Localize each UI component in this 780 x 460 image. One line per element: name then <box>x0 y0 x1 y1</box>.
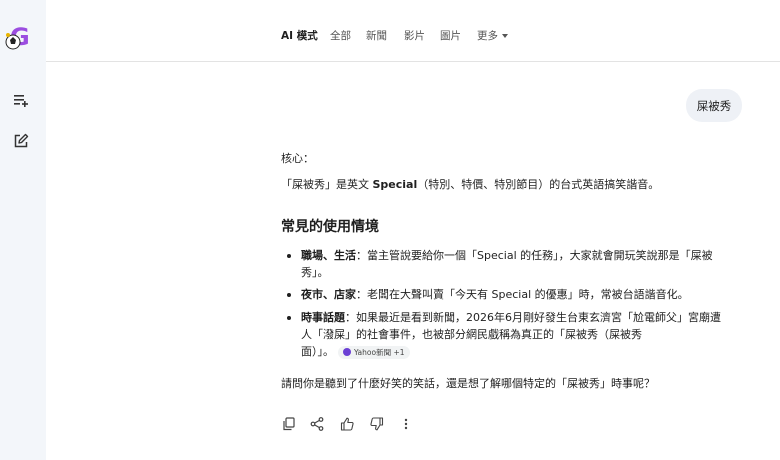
playlist-add-icon[interactable] <box>10 89 32 111</box>
top-nav: AI 模式 全部 新聞 影片 圖片 更多 <box>46 0 780 62</box>
intro-text: 「屎被秀」是英文 Special（特別、特價、特別節目）的台式英語搞笑諧音。 <box>281 176 659 193</box>
list-item-body: 職場、生活：當主管說要給你一個「Special 的任務」，大家就會開玩笑說那是「… <box>301 247 736 281</box>
tab-news[interactable]: 新聞 <box>366 28 387 43</box>
list-item-body: 夜市、店家：老闆在大聲叫賣「今天有 Special 的優惠」時，常被台語諧音化。 <box>301 286 736 303</box>
edit-square-icon[interactable] <box>10 130 32 152</box>
list-item-text-cont: 人「潑屎」的社會事件，也被部分網民戲稱為真正的「屎被秀（屎被秀 <box>301 328 642 341</box>
source-chip-label: Yahoo新聞 +1 <box>354 347 405 357</box>
share-icon[interactable] <box>309 416 325 432</box>
tab-images[interactable]: 圖片 <box>440 28 461 43</box>
source-chip[interactable]: Yahoo新聞 +1 <box>338 345 410 359</box>
bullet-dot <box>287 254 291 258</box>
user-message-bubble: 屎被秀 <box>686 89 742 122</box>
tab-videos[interactable]: 影片 <box>404 28 425 43</box>
bullet-dot <box>287 293 291 297</box>
thumb-up-icon[interactable] <box>339 416 355 432</box>
tab-all[interactable]: 全部 <box>330 28 351 43</box>
tab-ai-mode[interactable]: AI 模式 <box>281 28 318 43</box>
list-item-text-cont: 秀」。 <box>301 266 329 279</box>
yahoo-news-icon <box>343 348 351 356</box>
list-item-text: ：如果最近是看到新聞，2026年6月剛好發生台東玄濟宮「尬電師父」宮廟遭 <box>345 311 721 324</box>
closing-question: 請問你是聽到了什麼好笑的笑話，還是想了解哪個特定的「屎被秀」時事呢？ <box>281 377 655 390</box>
list-item-body: 時事話題：如果最近是看到新聞，2026年6月剛好發生台東玄濟宮「尬電師父」宮廟遭… <box>301 309 736 360</box>
google-g-logo[interactable]: G <box>3 22 35 52</box>
list-item-text: ：當主管說要給你一個「Special 的任務」，大家就會開玩笑說那是「屎被 <box>356 249 713 262</box>
intro-sentence: 「屎被秀」是英文 Special（特別、特價、特別節目）的台式英語搞笑諧音。 <box>281 178 660 191</box>
bullet-dot <box>287 316 291 320</box>
intro-label: 核心： <box>281 152 314 165</box>
thumb-down-icon[interactable] <box>369 416 385 432</box>
list-item-text-cont: 面）」。 <box>301 345 334 358</box>
list-item-term: 夜市、店家 <box>301 288 356 301</box>
app-window: G AI 模式 全部 新聞 影片 圖片 更多 屎被秀 核心： 「屎被秀」是英文 … <box>0 0 780 460</box>
list-item-text: ：老闆在大聲叫賣「今天有 Special 的優惠」時，常被台語諧音化。 <box>356 288 689 301</box>
copy-icon[interactable] <box>281 416 297 432</box>
chevron-down-icon <box>502 34 508 38</box>
list-item-term: 時事話題 <box>301 311 345 324</box>
tab-more-label: 更多 <box>477 30 498 42</box>
section-heading: 常見的使用情境 <box>281 219 379 235</box>
left-rail: G <box>0 0 46 460</box>
intro-keyword: Special <box>372 178 418 191</box>
more-vert-icon[interactable] <box>398 416 414 432</box>
list-item-term: 職場、生活 <box>301 249 356 262</box>
tab-more[interactable]: 更多 <box>477 28 508 43</box>
